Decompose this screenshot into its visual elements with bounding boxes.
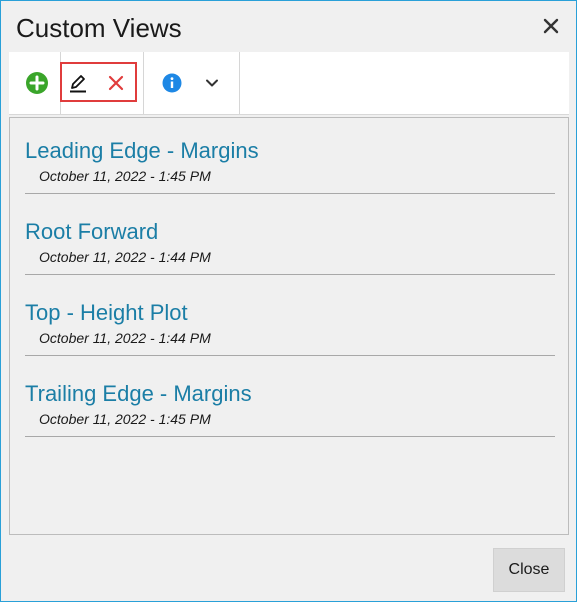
view-name: Top - Height Plot: [25, 300, 188, 325]
view-date: October 11, 2022 - 1:44 PM: [39, 330, 211, 346]
toolbar: [9, 52, 569, 115]
custom-views-dialog: Custom Views Leading Edge - Margins Octo…: [0, 0, 577, 602]
info-button[interactable]: [152, 52, 192, 114]
toolbar-divider: [143, 52, 144, 114]
close-button[interactable]: Close: [493, 548, 565, 592]
list-item[interactable]: Top - Height Plot October 11, 2022 - 1:4…: [25, 280, 555, 356]
view-name: Trailing Edge - Margins: [25, 381, 252, 406]
view-date: October 11, 2022 - 1:45 PM: [39, 168, 211, 184]
chevron-down-icon: [206, 79, 218, 87]
view-name: Leading Edge - Margins: [25, 138, 259, 163]
list-item[interactable]: Trailing Edge - Margins October 11, 2022…: [25, 361, 555, 437]
view-date: October 11, 2022 - 1:44 PM: [39, 249, 211, 265]
plus-circle-icon: [26, 72, 48, 94]
views-list: Leading Edge - Margins October 11, 2022 …: [9, 117, 569, 535]
view-name: Root Forward: [25, 219, 159, 244]
toolbar-divider: [239, 52, 240, 114]
info-icon: [162, 73, 182, 93]
highlight-box: [60, 62, 137, 102]
view-date: October 11, 2022 - 1:45 PM: [39, 411, 211, 427]
dialog-title: Custom Views: [16, 13, 182, 43]
more-options-button[interactable]: [192, 52, 232, 114]
list-item[interactable]: Root Forward October 11, 2022 - 1:44 PM: [25, 199, 555, 275]
close-icon[interactable]: [540, 15, 562, 37]
add-view-button[interactable]: [17, 52, 57, 114]
list-item[interactable]: Leading Edge - Margins October 11, 2022 …: [25, 118, 555, 194]
